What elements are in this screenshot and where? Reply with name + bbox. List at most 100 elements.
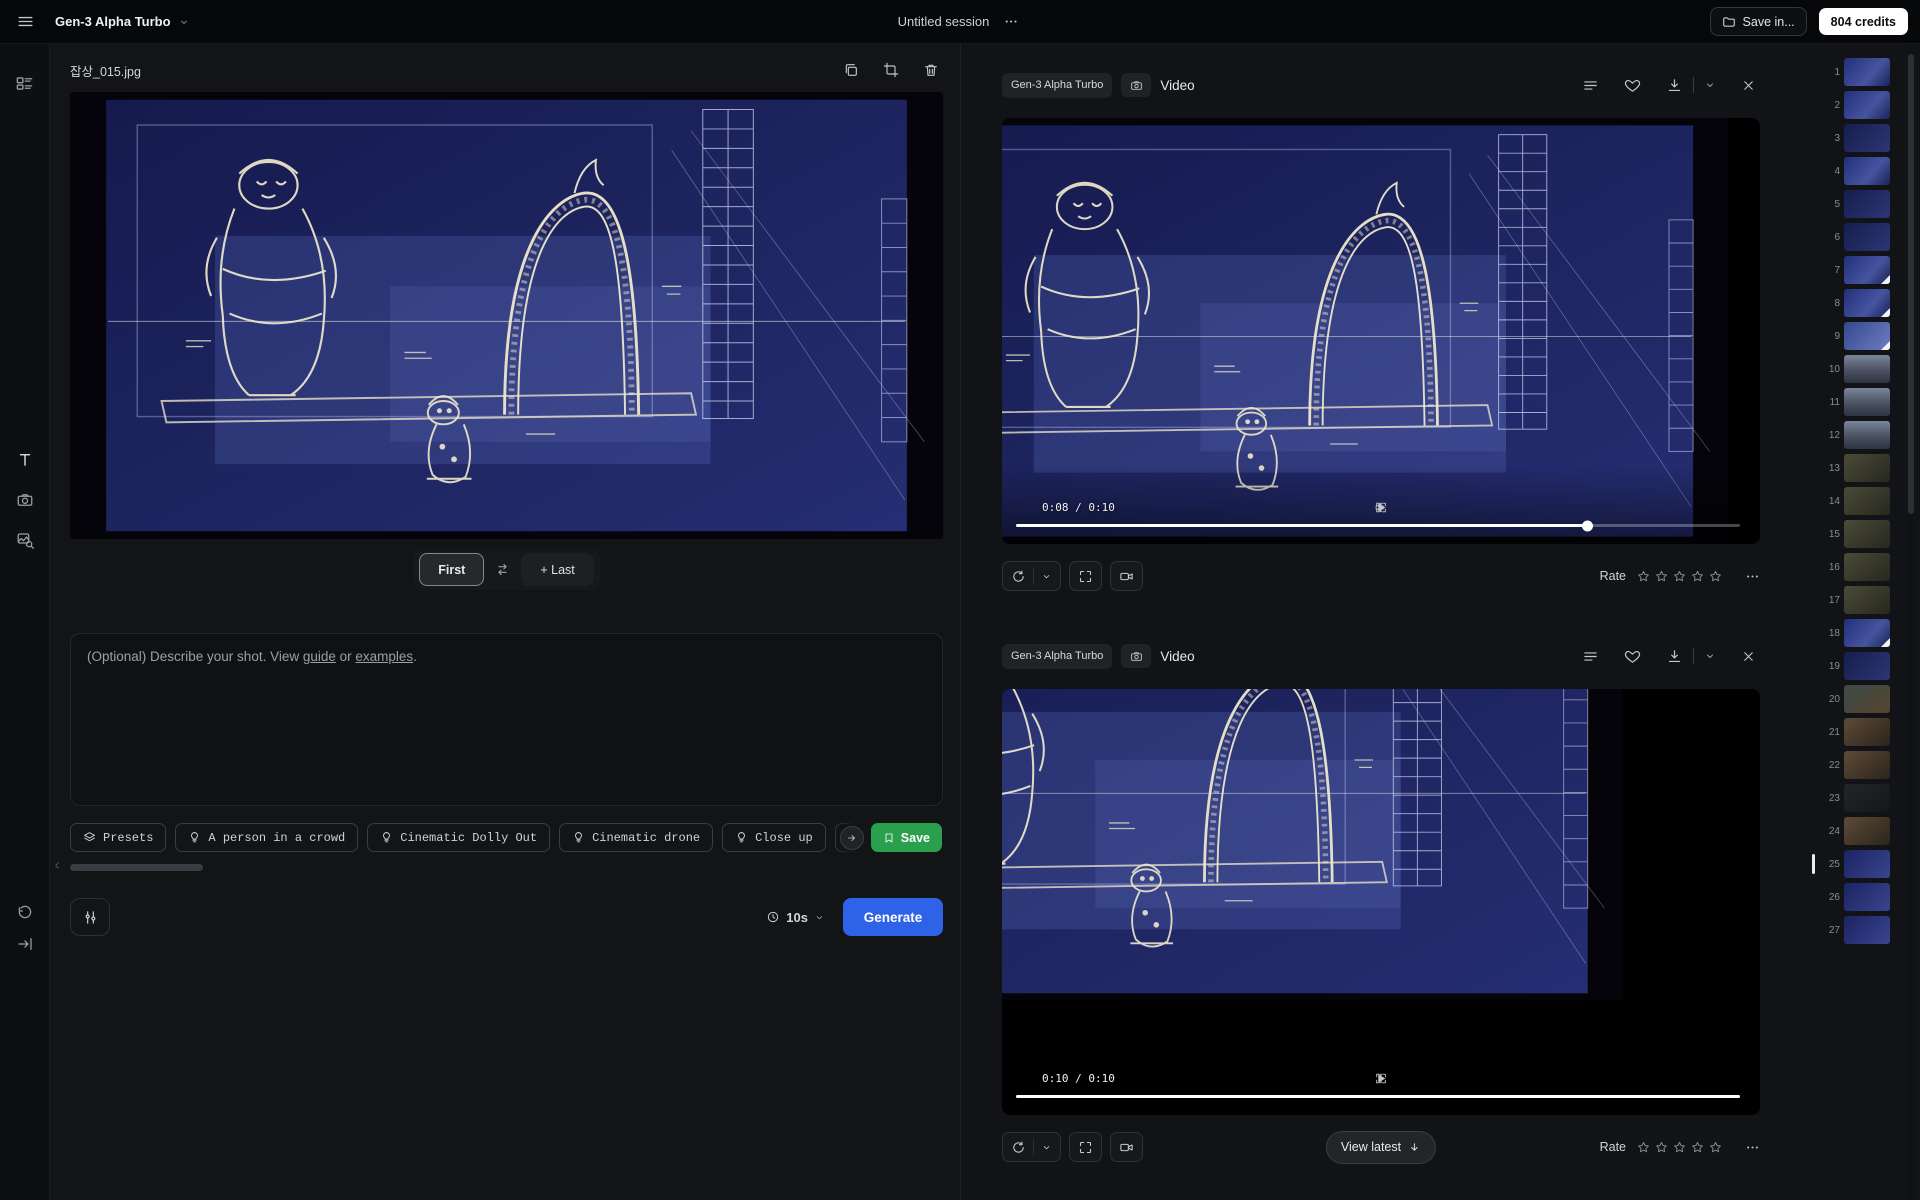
video-player[interactable]: 0:10 / 0:10 — [1002, 689, 1760, 1115]
generation-thumbnail[interactable]: 22 — [1826, 751, 1900, 779]
generation-thumbnail[interactable]: 19 — [1826, 652, 1900, 680]
video-player[interactable]: 0:08 / 0:10 — [1002, 118, 1760, 544]
generation-thumbnail[interactable]: 13 — [1826, 454, 1900, 482]
guide-link[interactable]: guide — [303, 649, 336, 664]
chips-scrollbar[interactable] — [70, 864, 943, 871]
star-icon[interactable] — [1708, 1140, 1723, 1155]
chips-scroll-left-icon[interactable] — [52, 860, 63, 871]
swap-keyframes-button[interactable] — [494, 561, 511, 578]
expand-frame-button[interactable] — [1069, 1132, 1102, 1162]
favorite-button[interactable] — [1620, 644, 1645, 669]
generation-thumbnail[interactable]: 23 — [1826, 784, 1900, 812]
prompt-chip[interactable]: A person in a crowd — [175, 823, 358, 852]
session-menu-button[interactable] — [999, 10, 1022, 33]
collapse-panel-button[interactable] — [8, 927, 42, 961]
star-icon[interactable] — [1654, 569, 1669, 584]
prompt-chip[interactable]: Presets — [70, 823, 166, 852]
image-search-tool-button[interactable] — [8, 523, 42, 557]
seek-handle[interactable] — [1582, 520, 1593, 531]
generation-thumbnail[interactable]: 26 — [1826, 883, 1900, 911]
examples-link[interactable]: examples — [355, 649, 413, 664]
generation-thumbnail[interactable]: 11 — [1826, 388, 1900, 416]
input-image-preview[interactable] — [70, 92, 943, 539]
regenerate-split-button[interactable] — [1002, 1132, 1061, 1162]
star-icon[interactable] — [1636, 1140, 1651, 1155]
star-icon[interactable] — [1690, 569, 1705, 584]
download-button[interactable] — [1662, 73, 1687, 98]
crop-image-button[interactable] — [879, 58, 903, 82]
star-icon[interactable] — [1690, 1140, 1705, 1155]
generation-thumbnail[interactable]: 2 — [1826, 91, 1900, 119]
rail-scrollbar[interactable] — [1908, 44, 1914, 1200]
generation-thumbnail[interactable]: 16 — [1826, 553, 1900, 581]
model-selector[interactable]: Gen-3 Alpha Turbo — [55, 14, 190, 29]
prompt-chip[interactable]: Close up — [722, 823, 826, 852]
save-preset-button[interactable]: Save — [871, 823, 942, 852]
chips-scrollbar-thumb[interactable] — [70, 864, 203, 871]
seek-bar[interactable] — [1016, 1095, 1740, 1098]
generation-thumbnail[interactable]: 5 — [1826, 190, 1900, 218]
card-more-button[interactable] — [1745, 1140, 1760, 1155]
download-button[interactable] — [1662, 644, 1687, 669]
prompt-details-button[interactable] — [1578, 73, 1603, 98]
star-icon[interactable] — [1672, 1140, 1687, 1155]
generation-thumbnail[interactable]: 6 — [1826, 223, 1900, 251]
generation-thumbnail[interactable]: 12 — [1826, 421, 1900, 449]
generation-thumbnail[interactable]: 24 — [1826, 817, 1900, 845]
download-options-button[interactable] — [1700, 646, 1720, 666]
text-tool-button[interactable] — [8, 443, 42, 477]
chips-scroll-right-button[interactable] — [840, 826, 864, 850]
seek-bar[interactable] — [1016, 524, 1740, 527]
generation-thumbnail[interactable]: 1 — [1826, 58, 1900, 86]
close-card-button[interactable] — [1737, 74, 1760, 97]
generation-thumbnail[interactable]: 20 — [1826, 685, 1900, 713]
view-latest-button[interactable]: View latest — [1326, 1131, 1436, 1164]
player-more-button[interactable] — [1732, 1075, 1740, 1083]
generate-button[interactable]: Generate — [843, 898, 943, 936]
main-menu-button[interactable] — [12, 8, 39, 35]
generation-thumbnail[interactable]: 10 — [1826, 355, 1900, 383]
generation-thumbnail[interactable]: 15 — [1826, 520, 1900, 548]
favorite-button[interactable] — [1620, 73, 1645, 98]
duplicate-image-button[interactable] — [839, 58, 863, 82]
rail-scrollbar-thumb[interactable] — [1908, 54, 1914, 514]
generation-thumbnail[interactable]: 7 — [1826, 256, 1900, 284]
assets-panel-button[interactable] — [8, 66, 42, 100]
star-icon[interactable] — [1654, 1140, 1669, 1155]
generation-thumbnail[interactable]: 27 — [1826, 916, 1900, 944]
credits-badge[interactable]: 804 credits — [1819, 8, 1908, 35]
duration-select[interactable]: 10s — [766, 910, 825, 925]
star-icon[interactable] — [1636, 569, 1651, 584]
camera-tool-button[interactable] — [8, 483, 42, 517]
star-icon[interactable] — [1672, 569, 1687, 584]
generation-thumbnail[interactable]: 17 — [1826, 586, 1900, 614]
first-keyframe-tab[interactable]: First — [419, 553, 484, 586]
card-more-button[interactable] — [1745, 569, 1760, 584]
star-icon[interactable] — [1708, 569, 1723, 584]
prompt-chip[interactable]: Cinematic drone — [559, 823, 713, 852]
generation-thumbnail[interactable]: 3 — [1826, 124, 1900, 152]
generation-thumbnail[interactable]: 4 — [1826, 157, 1900, 185]
video-settings-button[interactable] — [70, 898, 110, 936]
prompt-chip[interactable]: Cinematic Dolly Out — [367, 823, 550, 852]
generation-thumbnail[interactable]: 21 — [1826, 718, 1900, 746]
generation-thumbnail[interactable]: 18 — [1826, 619, 1900, 647]
expand-frame-button[interactable] — [1069, 561, 1102, 591]
use-as-video-input-button[interactable] — [1110, 1132, 1143, 1162]
history-button[interactable] — [8, 895, 42, 929]
close-card-button[interactable] — [1737, 645, 1760, 668]
generation-thumbnail[interactable]: 14 — [1826, 487, 1900, 515]
generation-thumbnail[interactable]: 25 — [1826, 850, 1900, 878]
delete-image-button[interactable] — [919, 58, 943, 82]
generation-thumbnail[interactable]: 9 — [1826, 322, 1900, 350]
prompt-input[interactable]: (Optional) Describe your shot. View guid… — [70, 633, 943, 806]
save-in-button[interactable]: Save in... — [1710, 7, 1807, 36]
regenerate-split-button[interactable] — [1002, 561, 1061, 591]
session-title[interactable]: Untitled session — [898, 14, 990, 29]
download-options-button[interactable] — [1700, 75, 1720, 95]
player-more-button[interactable] — [1732, 504, 1740, 512]
last-keyframe-tab[interactable]: + Last — [521, 553, 593, 586]
use-as-video-input-button[interactable] — [1110, 561, 1143, 591]
generation-thumbnail[interactable]: 8 — [1826, 289, 1900, 317]
prompt-details-button[interactable] — [1578, 644, 1603, 669]
